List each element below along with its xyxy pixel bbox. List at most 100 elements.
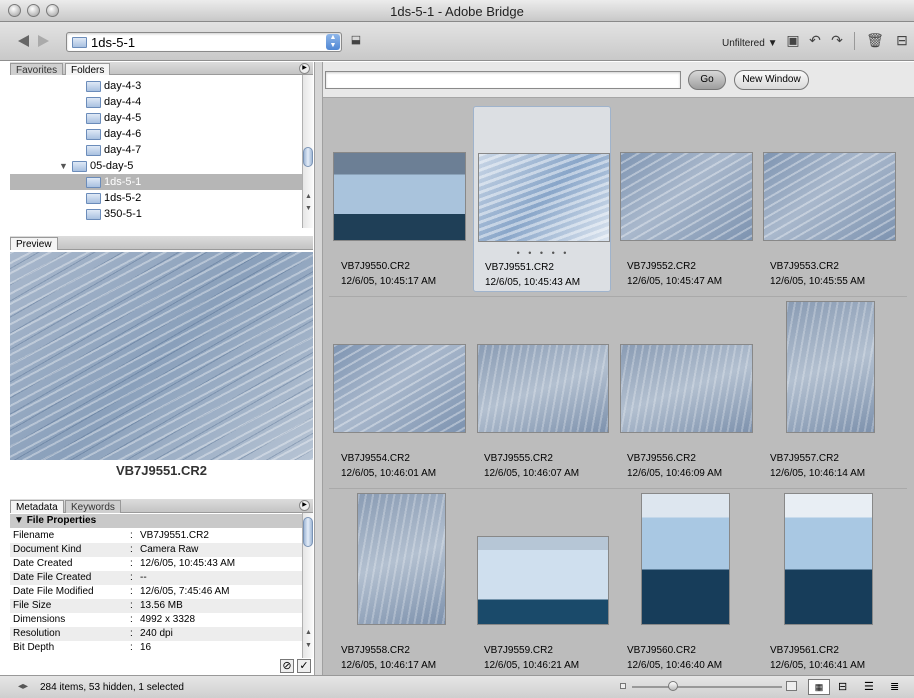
metadata-row: Document Kind: Camera Raw: [10, 543, 302, 557]
thumbnail-cell[interactable]: VB7J9561.CR2 12/6/05, 10:46:41 AM: [759, 490, 897, 676]
tab-metadata[interactable]: Metadata: [10, 500, 64, 513]
metadata-key: Date File Created: [13, 572, 92, 583]
versions-view-icon[interactable]: ≣: [890, 680, 899, 693]
disclosure-triangle-icon[interactable]: ▼: [59, 161, 68, 171]
panel-menu-icon[interactable]: ▶: [299, 63, 310, 74]
status-bar: ◂▸ 284 items, 53 hidden, 1 selected ▦ ⊟ …: [0, 675, 914, 698]
panel-splitter[interactable]: [314, 62, 323, 675]
thumbnail-image: [785, 494, 872, 624]
rating-dots[interactable]: • • • • •: [474, 248, 612, 258]
metadata-row: Resolution:240 dpi: [10, 627, 302, 641]
metadata-key: Date Created: [13, 558, 73, 569]
scroll-up-icon[interactable]: ▲: [305, 629, 312, 636]
rotate-left-icon[interactable]: ↶: [806, 31, 824, 49]
tab-keywords[interactable]: Keywords: [65, 500, 121, 513]
compact-mode-icon[interactable]: ⊟: [893, 31, 911, 49]
metadata-value: 240 dpi: [140, 628, 173, 639]
scroll-thumb[interactable]: [303, 517, 313, 547]
folder-item[interactable]: day-4-3: [10, 78, 302, 94]
folder-icon: [86, 129, 101, 140]
rotate-right-icon[interactable]: ↷: [828, 31, 846, 49]
thumbnail-cell[interactable]: VB7J9555.CR2 12/6/05, 10:46:07 AM: [473, 298, 611, 484]
folder-label: 1ds-5-2: [104, 192, 142, 204]
large-thumbnail-icon[interactable]: [786, 681, 797, 691]
metadata-value: --: [140, 572, 147, 583]
metadata-row: Date File Created: --: [10, 571, 302, 585]
go-up-folder-icon[interactable]: ⬓: [347, 31, 365, 49]
thumbnail-cell-selected[interactable]: • • • • • VB7J9551.CR2 12/6/05, 10:45:43…: [473, 106, 611, 292]
details-view-icon[interactable]: ☰: [864, 680, 874, 693]
folder-icon: [86, 145, 101, 156]
tab-preview[interactable]: Preview: [10, 237, 58, 250]
thumbnail-filename: VB7J9555.CR2: [484, 453, 553, 464]
folder-item[interactable]: day-4-4: [10, 94, 302, 110]
thumbnail-cell[interactable]: VB7J9559.CR2 12/6/05, 10:46:21 AM: [473, 490, 611, 676]
folder-label: day-4-3: [104, 80, 142, 92]
folder-item[interactable]: ▼ 05-day-5: [10, 158, 302, 174]
thumbnail-image: [621, 153, 752, 240]
row-divider: [329, 296, 907, 297]
thumbnail-cell[interactable]: VB7J9552.CR2 12/6/05, 10:45:47 AM: [616, 106, 754, 292]
folder-item[interactable]: 350-5-1: [10, 206, 302, 222]
back-arrow-icon[interactable]: [18, 35, 29, 47]
metadata-key: Document Kind: [13, 544, 82, 555]
new-folder-icon[interactable]: ▣: [784, 31, 802, 49]
thumbnail-date: 12/6/05, 10:46:21 AM: [484, 660, 580, 671]
metadata-key: Filename: [13, 530, 55, 541]
metadata-value: Camera Raw: [140, 544, 199, 555]
preview-image: [10, 252, 313, 460]
thumbnail-cell[interactable]: VB7J9556.CR2 12/6/05, 10:46:09 AM: [616, 298, 754, 484]
thumbnail-date: 12/6/05, 10:46:17 AM: [341, 660, 437, 671]
metadata-section-header[interactable]: ▼ File Properties: [10, 514, 302, 528]
small-thumbnail-icon[interactable]: [620, 683, 626, 689]
folder-item[interactable]: day-4-7: [10, 142, 302, 158]
scroll-thumb[interactable]: [303, 147, 313, 167]
thumbnail-date: 12/6/05, 10:46:09 AM: [627, 468, 723, 479]
preview-tab-row: Preview: [10, 236, 313, 250]
metadata-scrollbar[interactable]: ▲ ▼: [302, 513, 313, 658]
metadata-key: Date File Modified: [13, 586, 94, 597]
cancel-edit-icon[interactable]: ⊘: [280, 659, 294, 673]
slider-thumb[interactable]: [668, 681, 678, 691]
folder-label: day-4-4: [104, 96, 142, 108]
filmstrip-view-icon[interactable]: ⊟: [838, 680, 847, 693]
thumbnail-filename: VB7J9559.CR2: [484, 645, 553, 656]
folder-item[interactable]: day-4-5: [10, 110, 302, 126]
path-dropdown[interactable]: 1ds-5-1 ▲ ▼: [66, 32, 342, 52]
thumbnail-cell[interactable]: VB7J9557.CR2 12/6/05, 10:46:14 AM: [759, 298, 897, 484]
forward-arrow-icon[interactable]: [38, 35, 49, 47]
thumbnail-cell[interactable]: VB7J9560.CR2 12/6/05, 10:46:40 AM: [616, 490, 754, 676]
new-window-button[interactable]: New Window: [734, 70, 809, 90]
path-stepper-icon[interactable]: ▲ ▼: [326, 34, 340, 50]
panel-menu-icon[interactable]: ▶: [299, 500, 310, 511]
thumbnail-date: 12/6/05, 10:45:17 AM: [341, 276, 437, 287]
search-input[interactable]: [325, 71, 681, 89]
scroll-down-icon[interactable]: ▼: [305, 642, 312, 649]
thumbnail-cell[interactable]: VB7J9550.CR2 12/6/05, 10:45:17 AM: [330, 106, 468, 292]
apply-edit-icon[interactable]: ✓: [297, 659, 311, 673]
metadata-row: Date File Modified:12/6/05, 7:45:46 AM: [13, 586, 230, 597]
thumbnail-cell[interactable]: VB7J9553.CR2 12/6/05, 10:45:55 AM: [759, 106, 897, 292]
toggle-panels-icon[interactable]: ◂▸: [18, 681, 28, 692]
scroll-down-icon[interactable]: ▼: [305, 205, 312, 212]
go-button[interactable]: Go: [688, 70, 726, 90]
metadata-value: 12/6/05, 10:45:43 AM: [140, 558, 236, 569]
folders-tab-row: Favorites Folders ▶: [10, 62, 313, 76]
folder-scrollbar[interactable]: ▲ ▼: [302, 75, 313, 228]
thumbnail-cell[interactable]: VB7J9558.CR2 12/6/05, 10:46:17 AM: [330, 490, 468, 676]
thumbnail-image: [621, 345, 752, 432]
filter-dropdown[interactable]: Unfiltered ▼: [722, 38, 777, 49]
scroll-up-icon[interactable]: ▲: [305, 193, 312, 200]
path-text: 1ds-5-1: [91, 35, 136, 50]
thumbnails-view-icon[interactable]: ▦: [808, 679, 830, 695]
thumbnail-cell[interactable]: VB7J9554.CR2 12/6/05, 10:46:01 AM: [330, 298, 468, 484]
trash-icon[interactable]: 🗑: [866, 31, 884, 49]
folder-item-selected[interactable]: 1ds-5-1: [10, 174, 302, 190]
thumbnail-filename: VB7J9551.CR2: [485, 262, 554, 273]
thumbnail-size-slider[interactable]: [632, 686, 782, 688]
folder-item[interactable]: 1ds-5-2: [10, 190, 302, 206]
thumbnail-image: [787, 302, 874, 432]
folder-item[interactable]: day-4-6: [10, 126, 302, 142]
metadata-key: Resolution: [13, 628, 61, 639]
search-bar: Go New Window: [323, 62, 914, 98]
